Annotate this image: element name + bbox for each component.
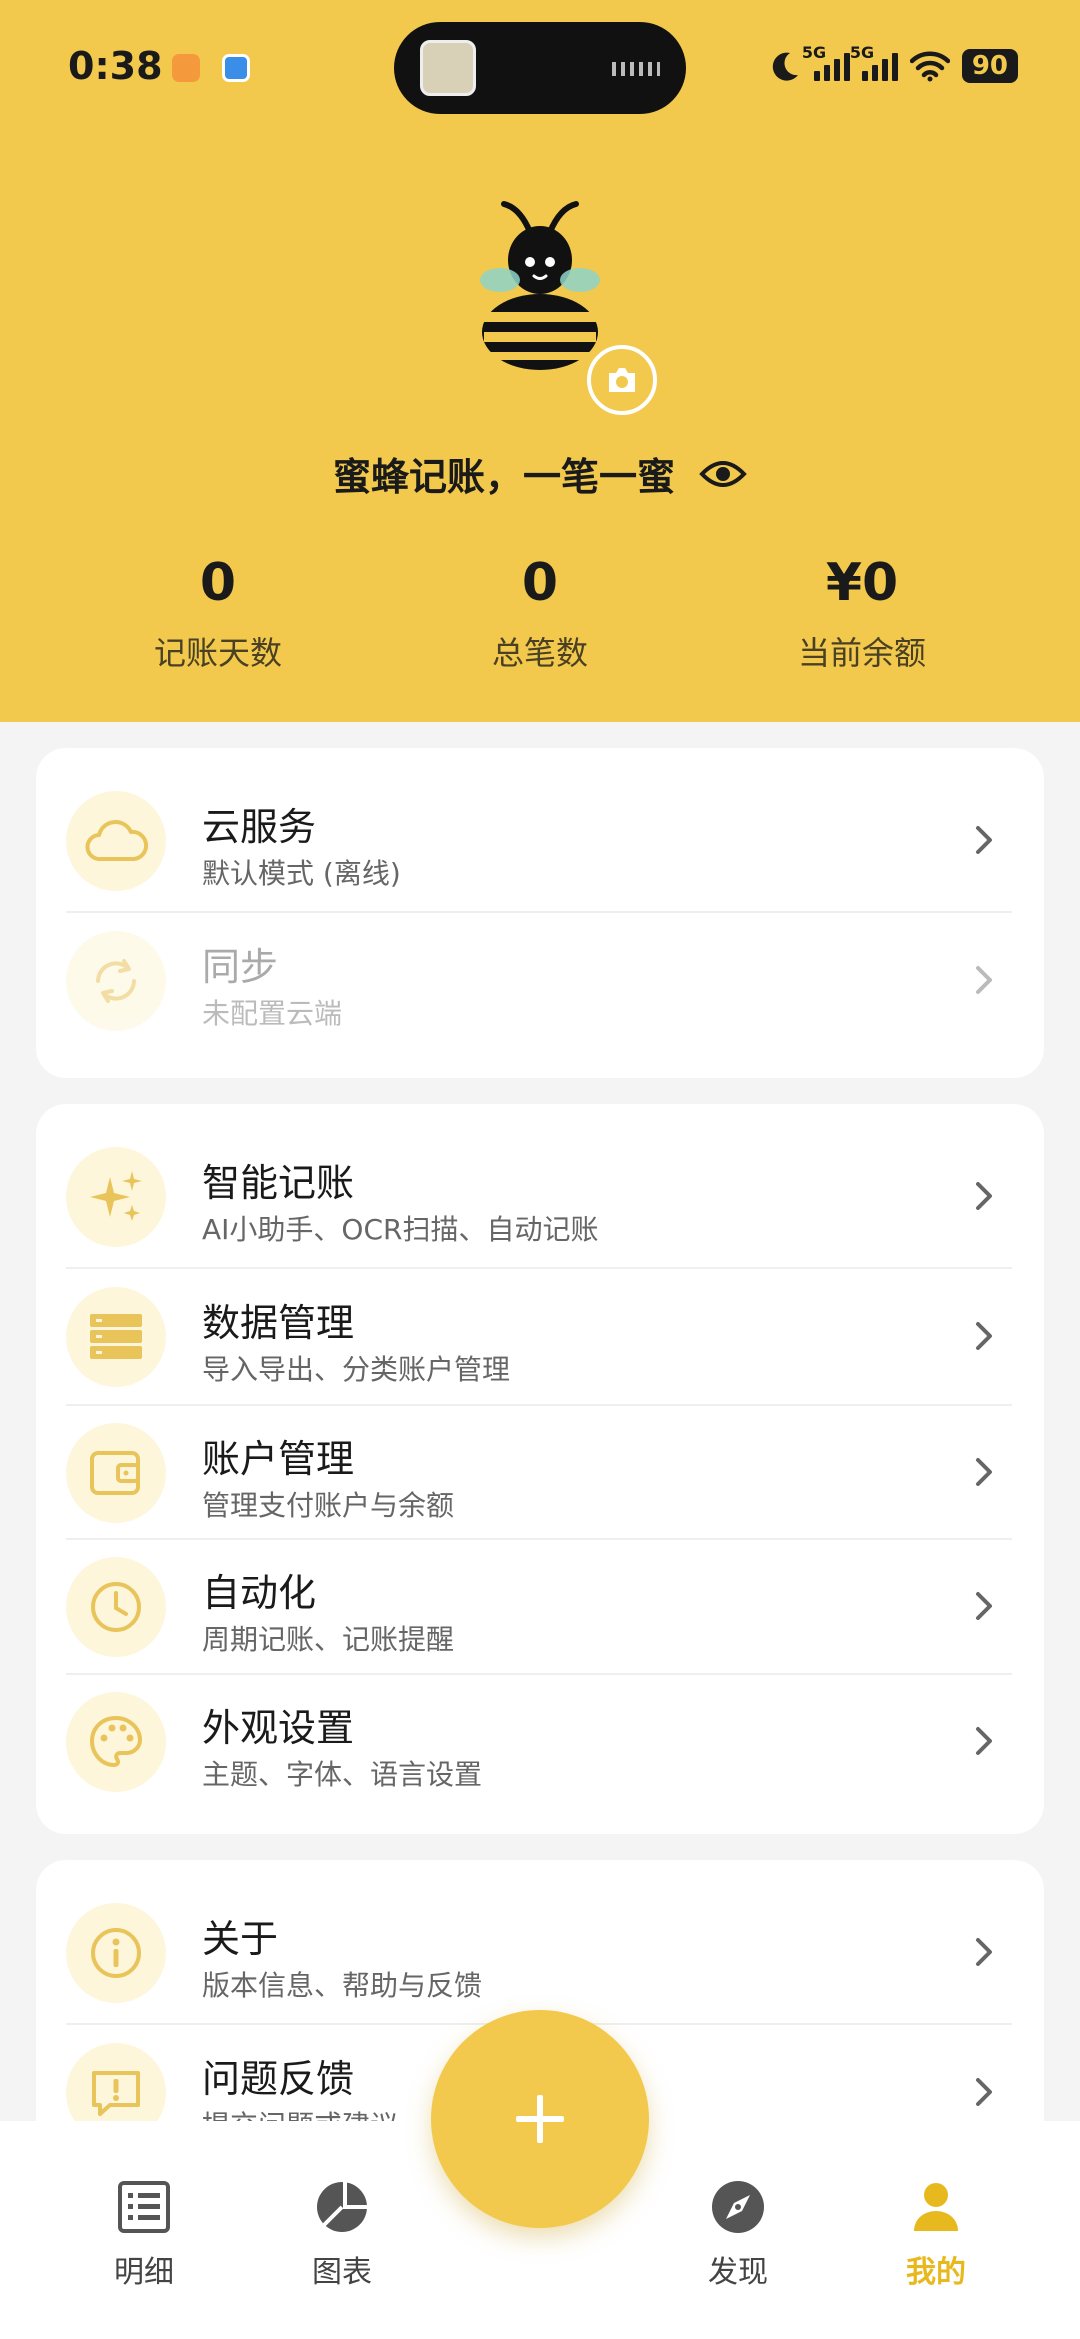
cloud-card: 云服务 默认模式 (离线) 同步 未配置云端 xyxy=(36,748,1044,1078)
menu-item-subtitle: 未配置云端 xyxy=(202,997,343,1030)
stat-value: ¥0 xyxy=(825,553,899,613)
chevron-right-icon xyxy=(964,1316,1004,1356)
profile-header: 0:38 5G 5G 90 蜜蜂记账，一笔一蜜 0 记账天数 0 总笔数 ¥0 … xyxy=(0,0,1080,722)
menu-item-appearance[interactable]: 外观设置 主题、字体、语言设置 xyxy=(66,1675,1012,1809)
chevron-right-icon xyxy=(964,1932,1004,1972)
menu-item-subtitle: 主题、字体、语言设置 xyxy=(202,1758,483,1791)
nav-label: 发现 xyxy=(708,2255,768,2290)
menu-item-about[interactable]: 关于 版本信息、帮助与反馈 xyxy=(66,1886,1012,2020)
chevron-right-icon xyxy=(964,1176,1004,1216)
stat-record-days: 0 记账天数 xyxy=(88,548,348,674)
chevron-right-icon xyxy=(964,820,1004,860)
menu-item-cloud-service[interactable]: 云服务 默认模式 (离线) xyxy=(66,774,1012,908)
chevron-right-icon xyxy=(964,960,1004,1000)
camera-icon xyxy=(609,368,635,392)
info-icon xyxy=(66,1903,166,2003)
nav-label: 明细 xyxy=(114,2255,174,2290)
list-icon xyxy=(118,2181,170,2233)
moon-icon xyxy=(772,52,798,81)
status-time: 0:38 xyxy=(68,44,163,88)
menu-item-title: 账户管理 xyxy=(202,1437,355,1481)
motto-row: 蜜蜂记账，一笔一蜜 xyxy=(0,446,1080,501)
divider xyxy=(66,911,1012,913)
menu-item-automation[interactable]: 自动化 周期记账、记账提醒 xyxy=(66,1540,1012,1674)
cloud-icon xyxy=(66,791,166,891)
menu-item-sync[interactable]: 同步 未配置云端 xyxy=(66,914,1012,1048)
change-avatar-button[interactable] xyxy=(587,345,657,415)
menu-item-title: 关于 xyxy=(202,1917,279,1961)
stat-total-count: 0 总笔数 xyxy=(410,548,670,674)
stats-row: 0 记账天数 0 总笔数 ¥0 当前余额 xyxy=(0,548,1080,688)
nav-item-charts[interactable]: 图表 xyxy=(272,2179,412,2291)
cellular-signal-icon: 5G xyxy=(802,43,850,81)
notification-app-icon xyxy=(172,54,200,82)
stat-value: 0 xyxy=(521,553,559,613)
sparkle-icon xyxy=(66,1147,166,1247)
person-icon xyxy=(914,2183,958,2231)
nav-item-mine[interactable]: 我的 xyxy=(866,2179,1006,2291)
menu-item-subtitle: AI小助手、OCR扫描、自动记账 xyxy=(202,1213,599,1246)
battery-indicator: 90 xyxy=(961,49,1018,83)
audio-wave-icon xyxy=(612,62,660,76)
menu-item-data-management[interactable]: 数据管理 导入导出、分类账户管理 xyxy=(66,1270,1012,1404)
menu-item-subtitle: 管理支付账户与余额 xyxy=(202,1489,455,1522)
status-indicators: 5G 5G 90 xyxy=(768,43,1018,88)
nav-item-discover[interactable]: 发现 xyxy=(668,2179,808,2291)
notification-app-icon xyxy=(222,54,250,82)
compass-icon xyxy=(712,2181,764,2233)
menu-item-title: 同步 xyxy=(202,945,279,989)
stat-label: 总笔数 xyxy=(491,634,588,672)
chevron-right-icon xyxy=(964,1721,1004,1761)
menu-item-account-management[interactable]: 账户管理 管理支付账户与余额 xyxy=(66,1406,1012,1540)
menu-item-subtitle: 默认模式 (离线) xyxy=(202,857,401,890)
media-thumbnail xyxy=(420,40,476,96)
divider xyxy=(66,1267,1012,1269)
stat-balance: ¥0 当前余额 xyxy=(732,548,992,674)
sync-icon xyxy=(66,931,166,1031)
menu-item-subtitle: 版本信息、帮助与反馈 xyxy=(202,1969,483,2002)
add-record-button[interactable] xyxy=(431,2010,649,2228)
menu-item-subtitle: 周期记账、记账提醒 xyxy=(202,1623,455,1656)
menu-item-title: 云服务 xyxy=(202,805,317,849)
menu-item-title: 外观设置 xyxy=(202,1706,355,1750)
chevron-right-icon xyxy=(964,1586,1004,1626)
cellular-signal-icon: 5G xyxy=(850,43,898,81)
palette-icon xyxy=(66,1692,166,1792)
wallet-icon xyxy=(66,1423,166,1523)
plus-icon xyxy=(516,2095,564,2143)
menu-item-title: 问题反馈 xyxy=(202,2057,355,2101)
menu-item-smart-bookkeeping[interactable]: 智能记账 AI小助手、OCR扫描、自动记账 xyxy=(66,1130,1012,1264)
nav-label: 我的 xyxy=(906,2255,966,2290)
wifi-icon xyxy=(909,51,950,82)
settings-card: 智能记账 AI小助手、OCR扫描、自动记账 数据管理 导入导出、分类账户管理 账… xyxy=(36,1104,1044,1834)
database-icon xyxy=(66,1287,166,1387)
stat-label: 当前余额 xyxy=(797,634,926,672)
bee-avatar-icon[interactable] xyxy=(480,200,600,372)
eye-visibility-icon[interactable] xyxy=(699,458,747,490)
menu-item-title: 自动化 xyxy=(202,1571,317,1615)
chevron-right-icon xyxy=(964,2072,1004,2112)
chevron-right-icon xyxy=(964,1452,1004,1492)
menu-item-subtitle: 导入导出、分类账户管理 xyxy=(202,1353,511,1386)
nav-label: 图表 xyxy=(312,2255,372,2290)
menu-item-title: 数据管理 xyxy=(202,1301,355,1345)
nav-item-details[interactable]: 明细 xyxy=(74,2179,214,2291)
clock-icon xyxy=(66,1557,166,1657)
profile-motto: 蜜蜂记账，一笔一蜜 xyxy=(332,455,675,499)
menu-item-title: 智能记账 xyxy=(202,1161,355,1205)
stat-value: 0 xyxy=(199,553,237,613)
dynamic-island[interactable] xyxy=(394,22,686,114)
stat-label: 记账天数 xyxy=(153,634,282,672)
pie-chart-icon xyxy=(317,2182,370,2232)
status-bar: 0:38 5G 5G 90 xyxy=(0,0,1080,135)
